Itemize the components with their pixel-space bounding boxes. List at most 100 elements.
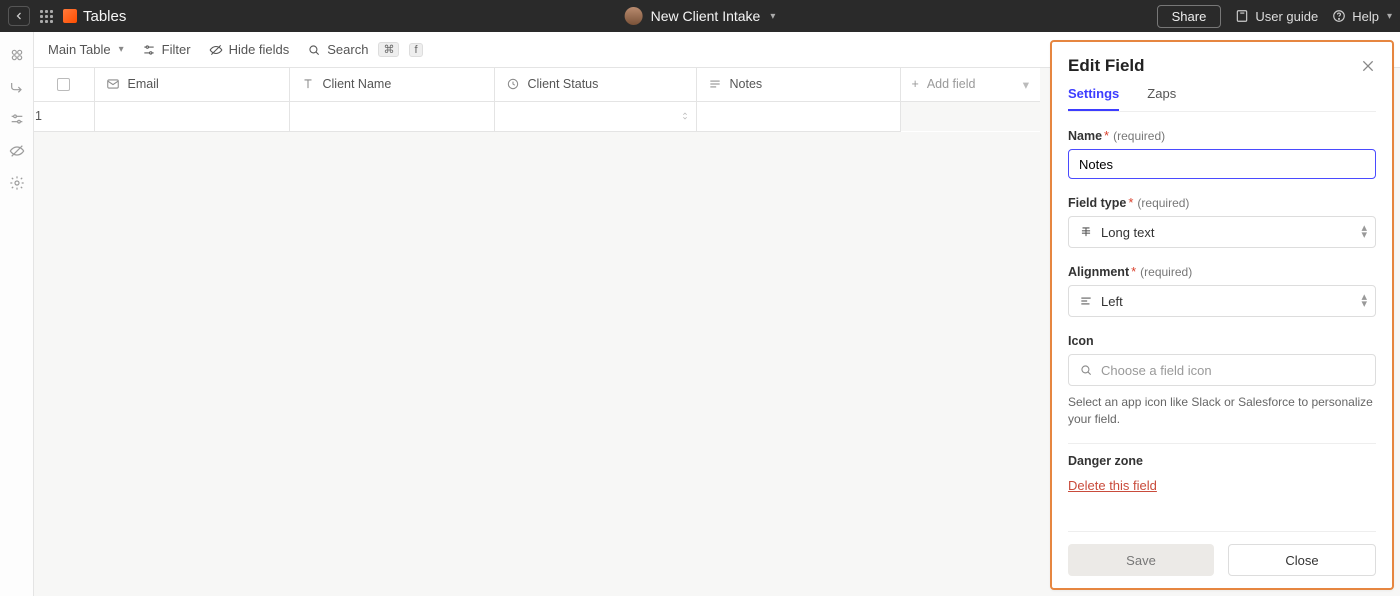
- doc-avatar: [625, 7, 643, 25]
- cell-notes[interactable]: [696, 101, 900, 131]
- icon-label: Icon: [1068, 334, 1094, 348]
- arrow-left-icon: [13, 10, 25, 22]
- doc-title[interactable]: New Client Intake: [651, 8, 761, 24]
- separator: [1068, 443, 1376, 444]
- back-button[interactable]: [8, 6, 30, 26]
- required-word: (required): [1140, 265, 1192, 279]
- alignment-label: Alignment: [1068, 265, 1129, 279]
- updown-icon: ▴▾: [1361, 225, 1367, 239]
- cell-client-status[interactable]: [494, 101, 696, 131]
- text-icon: [301, 77, 315, 91]
- eye-off-icon: [209, 43, 223, 57]
- search-label: Search: [327, 42, 368, 57]
- rail-item-sliders[interactable]: [8, 110, 26, 128]
- cell-client-name[interactable]: [289, 101, 494, 131]
- add-field-label: Add field: [927, 77, 976, 91]
- rail-item-flow[interactable]: [8, 78, 26, 96]
- chevron-down-icon: ▾: [1023, 77, 1029, 92]
- close-button[interactable]: Close: [1228, 544, 1376, 576]
- close-icon: [1360, 58, 1376, 74]
- filter-button[interactable]: Filter: [142, 42, 191, 57]
- gear-icon: [9, 175, 25, 191]
- tab-settings[interactable]: Settings: [1068, 86, 1119, 111]
- panel-tabs: Settings Zaps: [1068, 86, 1376, 112]
- align-left-icon: [1079, 294, 1093, 308]
- branch-icon: [9, 79, 25, 95]
- rail-item-hidden[interactable]: [8, 142, 26, 160]
- column-label: Client Name: [323, 77, 392, 91]
- search-icon: [307, 43, 321, 57]
- sliders-icon: [9, 111, 25, 127]
- app-switcher-button[interactable]: [40, 10, 53, 23]
- name-input[interactable]: [1068, 149, 1376, 179]
- required-word: (required): [1113, 129, 1165, 143]
- required-star: *: [1131, 264, 1136, 279]
- column-label: Email: [128, 77, 159, 91]
- chevron-down-icon: ▾: [119, 44, 124, 55]
- app-logo-mark-icon: [63, 9, 77, 23]
- hide-fields-button[interactable]: Hide fields: [209, 42, 290, 57]
- icon-placeholder: Choose a field icon: [1101, 363, 1212, 378]
- share-button[interactable]: Share: [1157, 5, 1222, 28]
- kbd-cmd: ⌘: [378, 42, 399, 57]
- danger-zone-title: Danger zone: [1068, 454, 1376, 468]
- required-star: *: [1104, 128, 1109, 143]
- plus-icon: +: [912, 77, 919, 91]
- app-title: Tables: [83, 8, 126, 25]
- user-guide-label: User guide: [1255, 9, 1318, 24]
- name-label: Name: [1068, 129, 1102, 143]
- alignment-value: Left: [1101, 294, 1123, 309]
- help-icon: [1332, 9, 1346, 23]
- kbd-f: f: [409, 43, 422, 57]
- fieldtype-select[interactable]: Long text ▴▾: [1068, 216, 1376, 248]
- fieldtype-label: Field type: [1068, 196, 1126, 210]
- hide-fields-label: Hide fields: [229, 42, 290, 57]
- row-index: 1: [34, 101, 94, 131]
- view-name: Main Table: [48, 42, 111, 57]
- save-button[interactable]: Save: [1068, 544, 1214, 576]
- icon-search-input[interactable]: Choose a field icon: [1068, 354, 1376, 386]
- column-label: Client Status: [528, 77, 599, 91]
- column-header-notes[interactable]: Notes: [696, 68, 900, 101]
- column-label: Notes: [730, 77, 763, 91]
- filter-label: Filter: [162, 42, 191, 57]
- grid-icon: [40, 10, 53, 23]
- circles-icon: [9, 47, 25, 63]
- tab-zaps[interactable]: Zaps: [1147, 86, 1176, 111]
- select-icon: [506, 77, 520, 91]
- edit-field-panel: Edit Field Settings Zaps Name*(required)…: [1050, 40, 1394, 590]
- eye-off-icon: [9, 143, 25, 159]
- header-checkbox-cell[interactable]: [34, 68, 94, 101]
- required-star: *: [1128, 195, 1133, 210]
- add-field-button[interactable]: + Add field ▾: [900, 68, 1040, 101]
- required-word: (required): [1137, 196, 1189, 210]
- close-panel-button[interactable]: [1360, 58, 1376, 74]
- column-header-email[interactable]: Email: [94, 68, 289, 101]
- panel-title: Edit Field: [1068, 56, 1145, 76]
- delete-field-link[interactable]: Delete this field: [1068, 478, 1157, 493]
- alignment-select[interactable]: Left ▴▾: [1068, 285, 1376, 317]
- chevron-down-icon[interactable]: ▾: [770, 11, 775, 22]
- user-guide-link[interactable]: User guide: [1235, 9, 1318, 24]
- long-text-icon: [1079, 225, 1093, 239]
- checkbox-icon: [57, 78, 70, 91]
- column-header-client-name[interactable]: Client Name: [289, 68, 494, 101]
- cell-email[interactable]: [94, 101, 289, 131]
- updown-icon: ▴▾: [1361, 294, 1367, 308]
- book-icon: [1235, 9, 1249, 23]
- app-logo[interactable]: Tables: [63, 8, 126, 25]
- rail-item-settings[interactable]: [8, 174, 26, 192]
- search-button[interactable]: Search ⌘ f: [307, 42, 422, 57]
- fieldtype-value: Long text: [1101, 225, 1155, 240]
- email-icon: [106, 77, 120, 91]
- view-selector[interactable]: Main Table ▾: [48, 42, 124, 57]
- search-icon: [1079, 363, 1093, 377]
- help-link[interactable]: Help ▾: [1332, 9, 1392, 24]
- column-header-client-status[interactable]: Client Status: [494, 68, 696, 101]
- rail-item-records[interactable]: [8, 46, 26, 64]
- icon-helper-text: Select an app icon like Slack or Salesfo…: [1068, 394, 1376, 429]
- help-label: Help: [1352, 9, 1379, 24]
- table-row[interactable]: 1: [34, 101, 1040, 131]
- updown-icon: [680, 109, 690, 123]
- filter-icon: [142, 43, 156, 57]
